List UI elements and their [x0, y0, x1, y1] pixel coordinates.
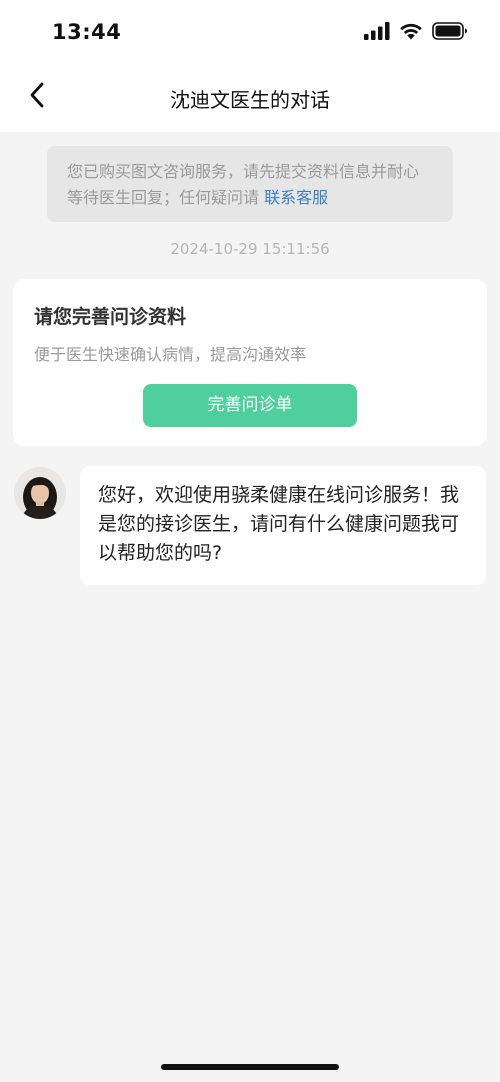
- wifi-icon: [399, 22, 423, 44]
- status-bar: 13:44: [0, 0, 500, 64]
- consultation-form-card: 请您完善问诊资料 便于医生快速确认病情，提高沟通效率 完善问诊单: [13, 279, 487, 446]
- signal-icon: [364, 22, 390, 44]
- battery-icon: [432, 22, 468, 44]
- message-timestamp: 2024-10-29 15:11:56: [170, 240, 330, 258]
- status-icons: [364, 22, 468, 44]
- home-indicator[interactable]: [161, 1064, 339, 1070]
- nav-bar: 沈迪文医生的对话: [0, 64, 500, 132]
- doctor-avatar[interactable]: [14, 467, 66, 519]
- card-subtitle: 便于医生快速确认病情，提高沟通效率: [34, 345, 307, 364]
- notice-text: 您已购买图文咨询服务，请先提交资料信息并耐心等待医生回复；任何疑问请: [67, 162, 420, 207]
- service-notice: 您已购买图文咨询服务，请先提交资料信息并耐心等待医生回复；任何疑问请 联系客服: [47, 146, 453, 222]
- status-time: 13:44: [52, 20, 122, 44]
- card-title: 请您完善问诊资料: [34, 306, 187, 328]
- page-title: 沈迪文医生的对话: [170, 88, 330, 112]
- doctor-message-bubble: 您好，欢迎使用骁柔健康在线问诊服务！我是您的接诊医生，请问有什么健康问题我可以帮…: [80, 466, 486, 585]
- contact-support-link[interactable]: 联系客服: [264, 188, 328, 207]
- complete-form-button[interactable]: 完善问诊单: [143, 384, 357, 427]
